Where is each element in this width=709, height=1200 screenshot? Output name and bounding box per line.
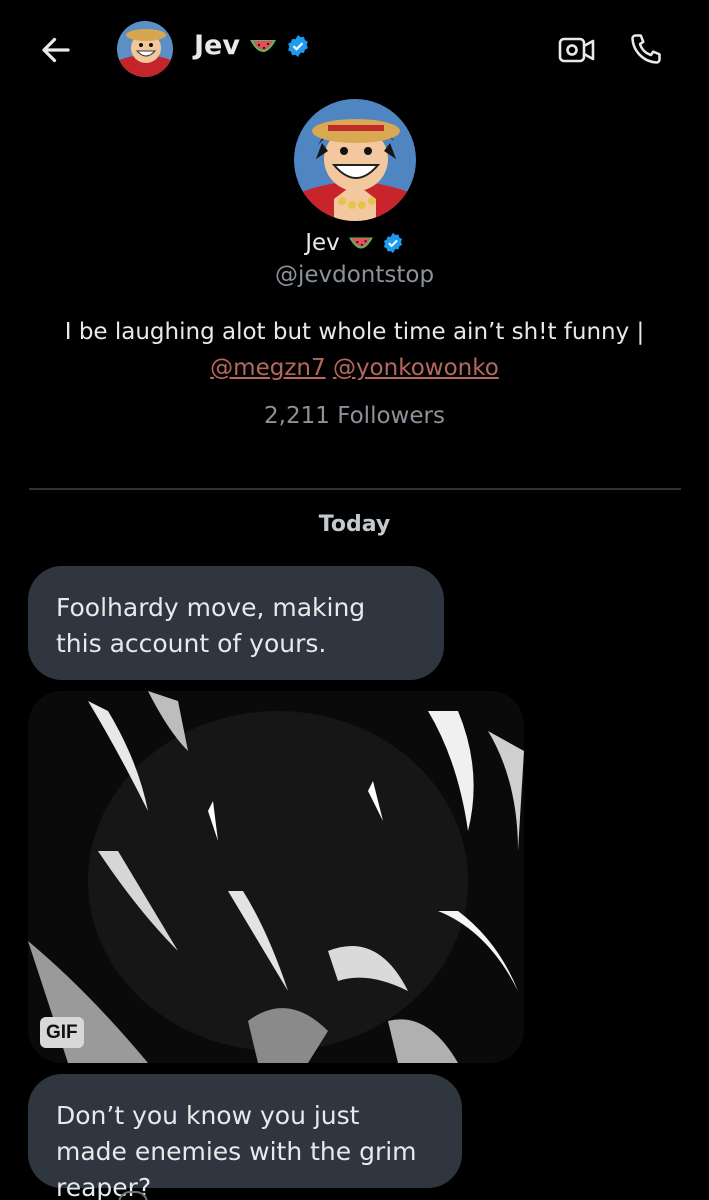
profile-avatar[interactable]: [294, 99, 416, 221]
mention-link[interactable]: @megzn7: [210, 355, 325, 381]
header-name[interactable]: Jev: [194, 30, 310, 61]
date-separator: Today: [318, 512, 391, 537]
verified-badge-icon: [288, 34, 308, 57]
bio-mentions: @megzn7 @yonkowonko: [0, 350, 709, 386]
header-name-text: Jev: [194, 30, 240, 61]
watermelon-icon: [249, 39, 276, 52]
video-call-icon: [558, 37, 595, 63]
call-button[interactable]: [624, 27, 668, 71]
divider: [29, 488, 681, 490]
gif-badge: GIF: [40, 1017, 84, 1048]
profile-name: Jev: [0, 230, 709, 256]
message-bubble[interactable]: Don’t you know you just made enemies wit…: [28, 1074, 462, 1200]
profile-bio: I be laughing alot but whole time ain’t …: [64, 319, 645, 345]
header-avatar[interactable]: [117, 21, 173, 77]
gif-image: [28, 691, 524, 1063]
video-call-button[interactable]: [555, 28, 599, 72]
verified-badge-icon: [383, 232, 402, 254]
followers-count[interactable]: 2,211 Followers: [0, 403, 709, 429]
profile-handle: @jevdontstop: [274, 262, 435, 288]
back-button[interactable]: [34, 28, 78, 72]
watermelon-icon: [348, 237, 373, 249]
gif-message[interactable]: GIF: [28, 691, 524, 1063]
top-bar: Jev: [0, 0, 709, 100]
message-bubble[interactable]: Foolhardy move, making this account of y…: [28, 566, 444, 680]
arrow-left-icon: [42, 37, 70, 63]
profile-name-text: Jev: [305, 230, 340, 256]
mention-link[interactable]: @yonkowonko: [333, 355, 499, 381]
phone-icon: [631, 34, 661, 64]
